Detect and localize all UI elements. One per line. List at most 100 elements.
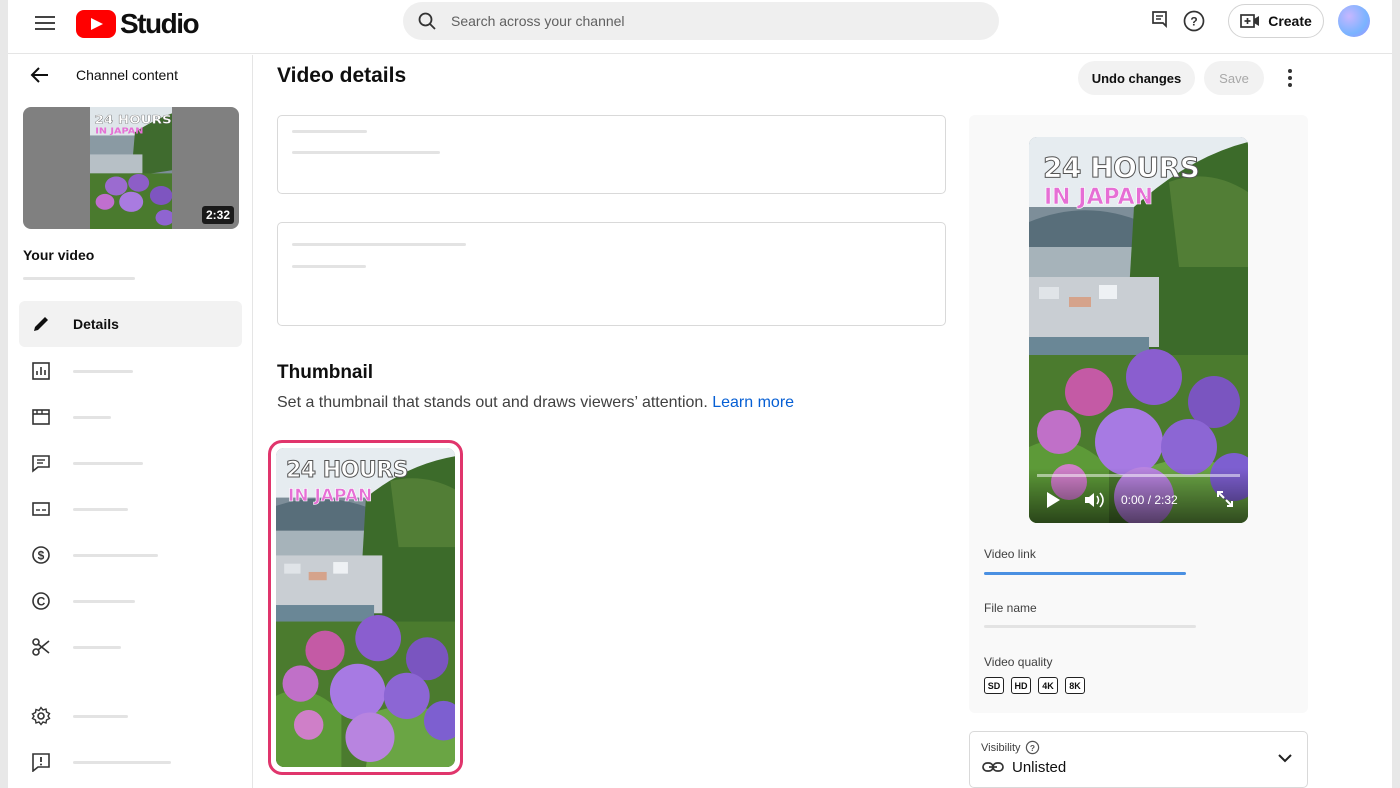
sidebar-item-placeholder [73,714,128,718]
sidebar-item-placeholder [73,507,128,511]
menu-icon[interactable] [33,12,57,36]
video-quality-label: Video quality [984,655,1053,669]
search-placeholder: Search across your channel [451,13,625,29]
title-field[interactable] [277,115,946,194]
quality-4k-badge: 4K [1038,677,1058,694]
play-icon[interactable] [1045,491,1061,509]
create-button[interactable]: Create [1228,4,1324,38]
video-preview-panel: 24 HOURS IN JAPAN 0:00 / 2:32 Video link… [969,115,1308,713]
video-thumbnail-image: 24 HOURS IN JAPAN [90,107,172,229]
thumbnail-heading: Thumbnail [277,362,374,383]
sidebar-item-placeholder [73,553,158,557]
thumbnail-image: 24 HOURS IN JAPAN [276,448,455,767]
sidebar-item-placeholder [73,415,111,419]
link-icon [982,762,1004,772]
your-video-label: Your video [23,247,95,263]
sidebar-item-clips[interactable] [19,624,242,670]
file-name-label: File name [984,601,1037,615]
player-timecode: 0:00 / 2:32 [1121,493,1178,507]
fullscreen-icon[interactable] [1216,490,1234,508]
field-value-placeholder [292,265,366,268]
chevron-down-icon [1278,754,1292,763]
studio-logo[interactable]: Studio [76,8,200,40]
sidebar-item-subtitles[interactable] [19,486,242,532]
search-input[interactable]: Search across your channel [403,2,999,40]
selected-thumbnail[interactable]: 24 HOURS IN JAPAN [268,440,463,775]
monetization-icon: $ [32,546,50,564]
video-thumbnail[interactable]: 24 HOURS IN JAPAN 2:32 [23,107,239,229]
comments-icon [32,455,50,473]
quality-sd-badge: SD [984,677,1004,694]
sidebar-item-details[interactable]: Details [19,301,242,347]
visibility-value: Unlisted [1012,759,1067,776]
sidebar-item-placeholder [73,461,143,465]
sidebar-item-editor[interactable] [19,394,242,440]
create-label: Create [1268,13,1312,29]
file-name-placeholder [984,625,1196,628]
sidebar-item-monetization[interactable]: $ [19,532,242,578]
visibility-label: Visibility [981,741,1021,754]
player-controls: 0:00 / 2:32 [1029,468,1248,523]
sidebar-item-label: Details [73,316,119,332]
help-icon[interactable]: ? [1182,9,1206,33]
thumbnail-overlay-line2: IN JAPAN [288,486,373,507]
back-label: Channel content [76,67,178,83]
sidebar-item-copyright[interactable]: C [19,578,242,624]
top-bar: Studio Search across your channel ? Crea… [8,0,1392,54]
analytics-icon [32,362,50,380]
undo-changes-button[interactable]: Undo changes [1078,61,1195,95]
sidebar-item-settings[interactable] [19,693,242,739]
thumbnail-description-text: Set a thumbnail that stands out and draw… [277,394,708,411]
sidebar-item-placeholder [73,369,133,373]
back-arrow-icon [30,67,48,83]
volume-icon[interactable] [1083,490,1107,510]
sidebar: Channel content 24 HOURS IN JAPAN 2:32 Y… [8,55,253,788]
logo-text: Studio [120,8,200,39]
save-button[interactable]: Save [1204,61,1264,95]
quality-8k-badge: 8K [1065,677,1085,694]
help-icon[interactable]: ? [1025,740,1040,755]
sidebar-item-placeholder [73,760,171,764]
video-player[interactable]: 24 HOURS IN JAPAN 0:00 / 2:32 [1029,137,1248,523]
field-label-placeholder [292,130,367,133]
field-label-placeholder [292,243,466,246]
feedback-icon [32,753,50,772]
sidebar-item-analytics[interactable] [19,348,242,394]
svg-text:?: ? [1029,743,1034,753]
svg-text:C: C [37,595,46,609]
search-icon [418,12,436,30]
sidebar-item-feedback[interactable] [19,739,242,785]
duration-badge: 2:32 [201,206,234,224]
video-link-value[interactable] [984,572,1186,575]
sidebar-item-placeholder [73,599,135,603]
page-title: Video details [277,64,407,87]
create-video-icon [1240,14,1260,28]
visibility-dropdown[interactable]: Visibility ? Unlisted [969,731,1308,788]
learn-more-link[interactable]: Learn more [712,394,794,411]
thumbnail-overlay-line1: 24 HOURS [285,458,409,484]
copyright-icon: C [32,592,50,610]
svg-text:24 HOURS: 24 HOURS [94,112,171,126]
sidebar-item-placeholder [73,645,121,649]
quality-hd-badge: HD [1011,677,1031,694]
subtitles-icon [32,502,50,516]
avatar[interactable] [1338,5,1370,37]
video-title-placeholder [23,277,135,280]
more-options-icon[interactable] [1280,66,1300,90]
editor-icon [32,409,50,425]
video-link-label: Video link [984,547,1036,561]
youtube-logo-icon [76,10,116,38]
field-value-placeholder [292,151,440,154]
preview-overlay-line1: 24 HOURS [1042,151,1200,185]
window-frame-right [1392,0,1400,788]
svg-text:IN JAPAN: IN JAPAN [95,127,143,136]
preview-overlay-line2: IN JAPAN [1044,185,1154,211]
subtitles-feedback-icon[interactable] [1148,9,1172,33]
back-to-channel-content[interactable]: Channel content [30,65,178,85]
window-frame-left [0,0,8,788]
svg-text:?: ? [1190,15,1197,29]
sidebar-item-comments[interactable] [19,440,242,486]
description-field[interactable] [277,222,946,326]
player-progress-bar[interactable] [1037,474,1240,477]
svg-text:$: $ [38,549,45,563]
